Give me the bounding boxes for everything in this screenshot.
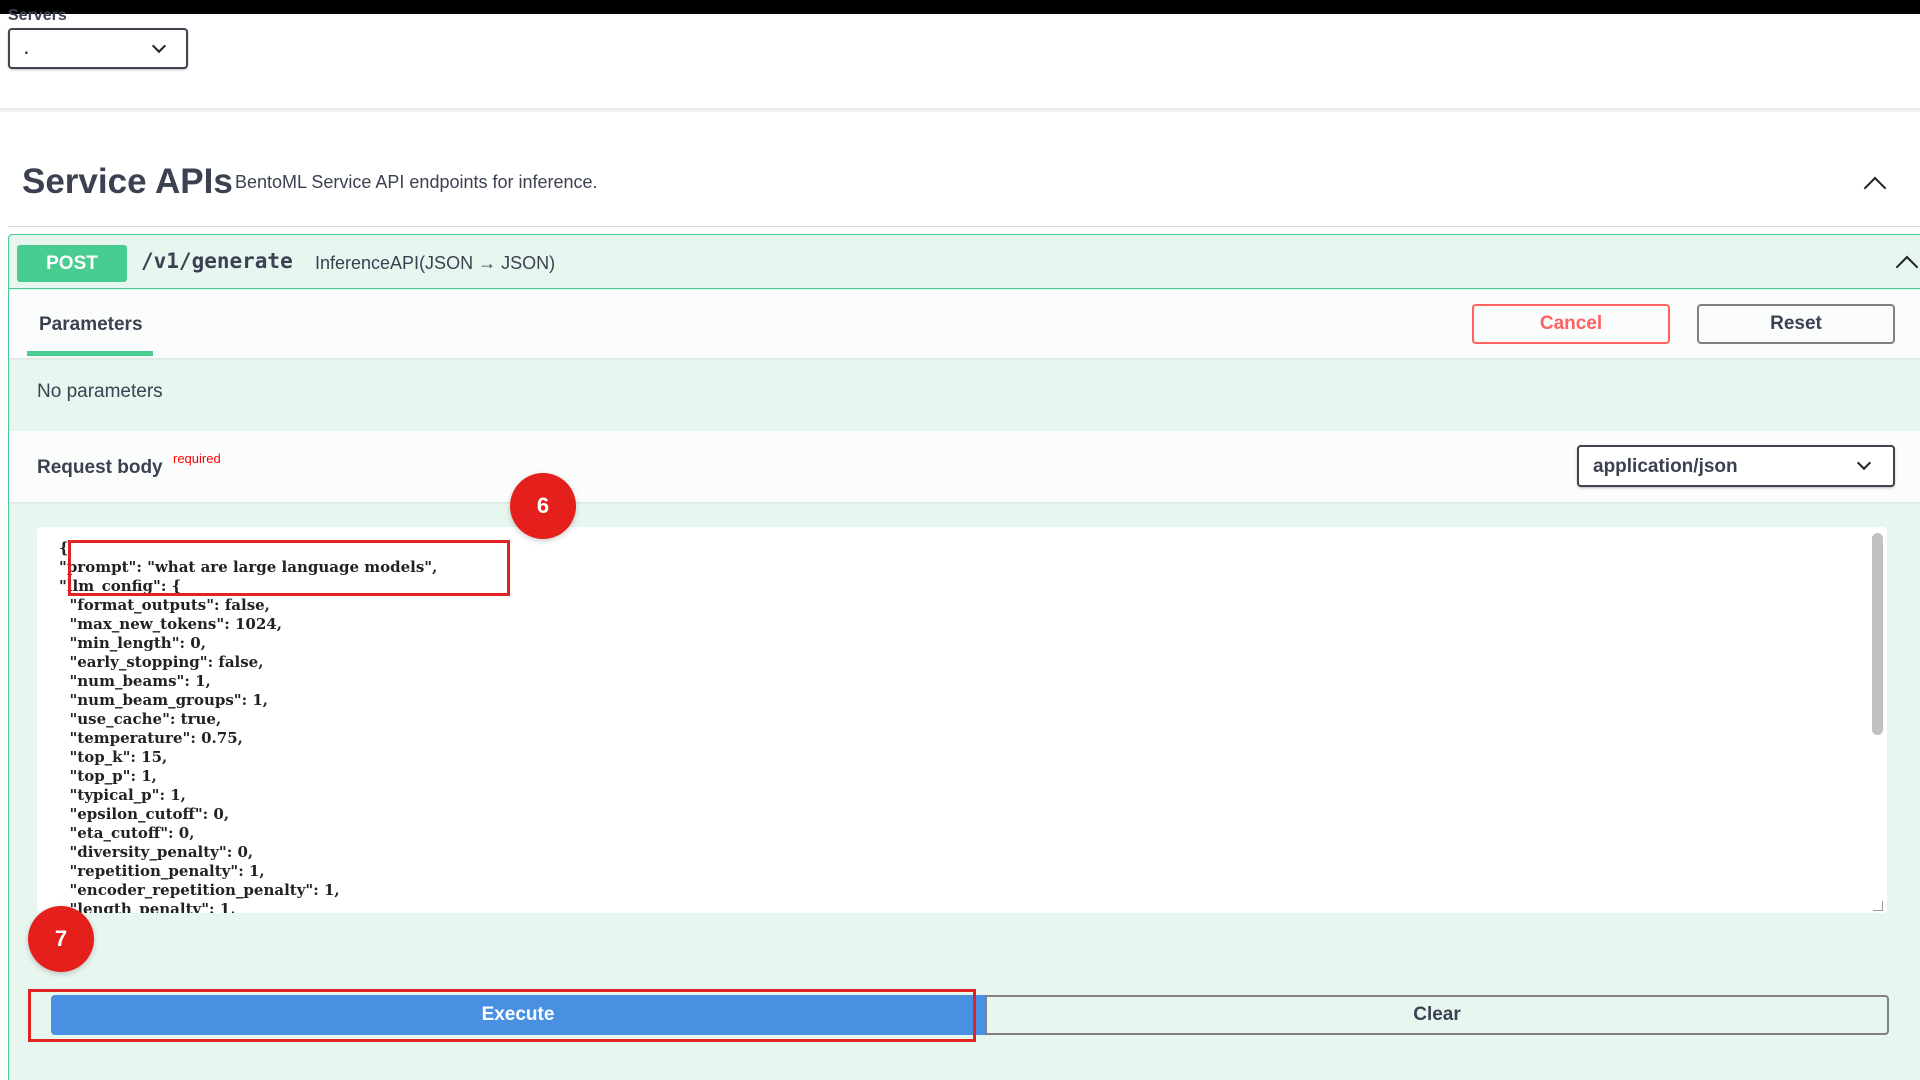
request-body-label: Request body [37,457,163,478]
operation-block: POST /v1/generate InferenceAPI(JSON → JS… [8,234,1920,1080]
scheme-divider [0,108,1920,112]
tag-title: Service APIs [22,162,233,201]
resize-handle-icon[interactable] [1873,901,1883,911]
request-body-editor[interactable]: { "prompt": "what are large language mod… [37,527,1887,913]
tab-active-underline [27,351,153,356]
step-6-badge: 6 [510,473,576,539]
servers-label: Servers [8,7,67,24]
chevron-down-icon [151,38,167,54]
request-body-header: Request body required application/json [9,431,1920,502]
tag-collapse-toggle[interactable] [1860,170,1890,200]
reset-button[interactable]: Reset [1697,304,1895,344]
parameters-header: Parameters Cancel Reset [9,290,1920,358]
tag-section-header[interactable]: Service APIs BentoML Service API endpoin… [8,150,1920,227]
clear-button[interactable]: Clear [985,995,1889,1035]
no-parameters-text: No parameters [37,381,163,402]
request-body-code[interactable]: { "prompt": "what are large language mod… [59,539,437,913]
operation-summary[interactable]: POST /v1/generate InferenceAPI(JSON → JS… [9,235,1920,289]
step-7-badge: 7 [28,906,94,972]
required-marker: required [173,451,221,466]
content-type-value: application/json [1593,456,1738,477]
tab-parameters[interactable]: Parameters [27,290,155,358]
endpoint-path: /v1/generate [141,249,293,273]
content-type-select[interactable]: application/json [1577,445,1895,487]
servers-select[interactable]: . [8,28,188,69]
operation-collapse-toggle[interactable] [1890,247,1920,279]
chevron-down-icon [1856,455,1872,471]
chevron-up-icon [1863,176,1887,200]
top-bar [0,0,1920,14]
editor-scrollbar[interactable] [1872,533,1883,735]
tag-description: BentoML Service API endpoints for infere… [235,172,598,192]
execute-button[interactable]: Execute [51,995,985,1035]
http-method-badge: POST [17,245,127,282]
tab-parameters-label: Parameters [39,314,143,335]
chevron-up-icon [1895,255,1919,279]
endpoint-summary: InferenceAPI(JSON → JSON) [315,253,556,273]
servers-selected-value: . [24,39,29,58]
cancel-button[interactable]: Cancel [1472,304,1670,344]
